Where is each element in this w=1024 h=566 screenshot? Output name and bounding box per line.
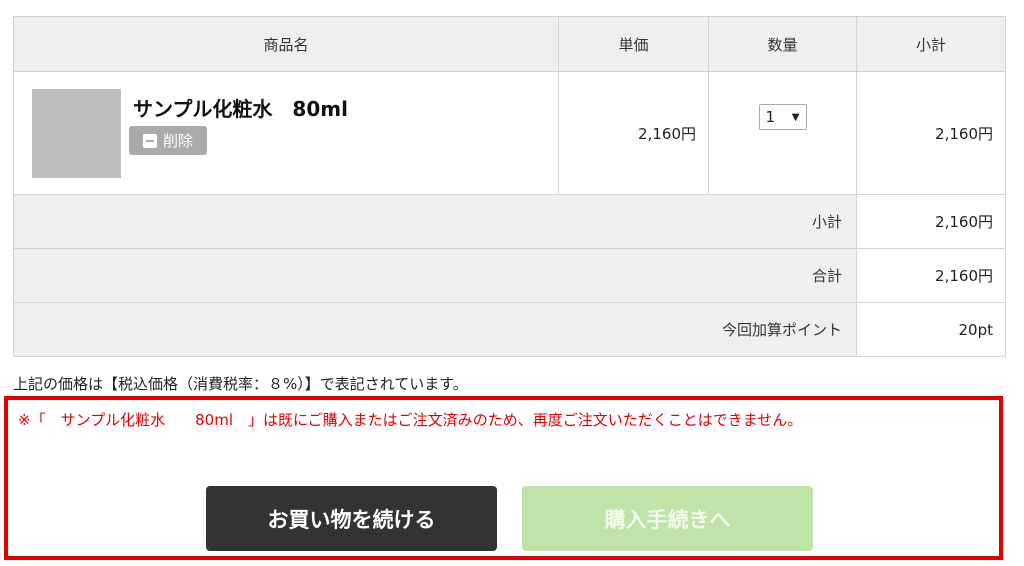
tax-note: 上記の価格は【税込価格（消費税率：８%）】で表記されています。 <box>13 375 468 393</box>
repurchase-warning: ※「 サンプル化粧水 80ml 」は既にご購入またはご注文済みのため、再度ご注文… <box>18 411 803 429</box>
header-quantity: 数量 <box>708 16 857 72</box>
summary-value: 2,160円 <box>856 248 1006 303</box>
summary-label: 今回加算ポイント <box>13 302 857 357</box>
warning-highlight-box: ※「 サンプル化粧水 80ml 」は既にご購入またはご注文済みのため、再度ご注文… <box>4 396 1003 560</box>
delete-button[interactable]: 削除 <box>129 126 207 155</box>
delete-label: 削除 <box>162 132 193 150</box>
dropdown-arrow-icon: ▼ <box>791 111 800 123</box>
item-subtotal: 2,160円 <box>856 71 1006 195</box>
summary-label: 小計 <box>13 194 857 249</box>
table-header-row: 商品名 単価 数量 小計 <box>13 16 1006 72</box>
quantity-value: 1 <box>765 108 776 126</box>
product-cell: サンプル化粧水 80ml 削除 <box>13 71 559 195</box>
header-unit-price: 単価 <box>558 16 709 72</box>
checkout-button[interactable]: 購入手続きへ <box>522 486 813 551</box>
summary-row-subtotal: 小計 2,160円 <box>13 194 1006 249</box>
summary-value: 20pt <box>856 302 1006 357</box>
quantity-select[interactable]: 1 ▼ <box>758 104 807 130</box>
minus-icon <box>142 133 157 148</box>
summary-row-points: 今回加算ポイント 20pt <box>13 302 1006 357</box>
header-subtotal: 小計 <box>856 16 1006 72</box>
product-name[interactable]: サンプル化粧水 80ml <box>133 93 348 122</box>
cart-table: 商品名 単価 数量 小計 サンプル化粧水 80ml 削除 2,160円 1 ▼ … <box>13 16 1006 357</box>
quantity-cell: 1 ▼ <box>708 71 857 195</box>
summary-value: 2,160円 <box>856 194 1006 249</box>
continue-shopping-button[interactable]: お買い物を続ける <box>206 486 497 551</box>
cart-item-row: サンプル化粧水 80ml 削除 2,160円 1 ▼ 2,160円 <box>13 71 1006 195</box>
product-thumbnail[interactable] <box>32 89 121 178</box>
summary-row-total: 合計 2,160円 <box>13 248 1006 303</box>
unit-price: 2,160円 <box>558 71 709 195</box>
summary-label: 合計 <box>13 248 857 303</box>
header-product-name: 商品名 <box>13 16 559 72</box>
